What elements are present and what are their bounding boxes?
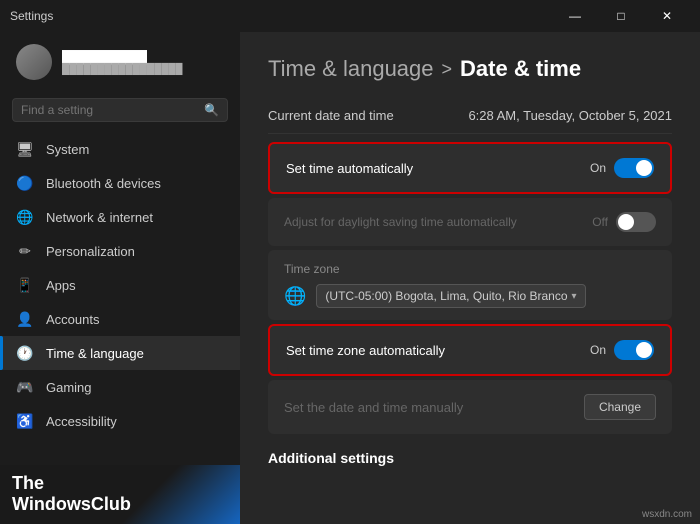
timezone-select[interactable]: (UTC-05:00) Bogota, Lima, Quito, Rio Bra…	[316, 284, 585, 308]
avatar	[16, 44, 52, 80]
apps-icon: 📱	[16, 276, 34, 294]
window-controls: — □ ✕	[552, 0, 690, 32]
sidebar-item-accounts[interactable]: 👤 Accounts	[0, 302, 240, 336]
daylight-label: Adjust for daylight saving time automati…	[284, 215, 517, 229]
chevron-down-icon: ▾	[572, 291, 577, 302]
sidebar-item-label-system: System	[46, 142, 89, 157]
daylight-row: Adjust for daylight saving time automati…	[268, 198, 672, 246]
system-icon: 🖥	[16, 140, 34, 158]
sidebar: ██████████ █████████████████ 🔍 🖥 System …	[0, 32, 240, 524]
watermark-line2: WindowsClub	[12, 494, 228, 516]
sidebar-item-gaming[interactable]: 🎮 Gaming	[0, 370, 240, 404]
sidebar-item-label-personalization: Personalization	[46, 244, 135, 259]
set-time-auto-state: On	[590, 161, 606, 175]
set-time-auto-control[interactable]: On	[590, 158, 654, 178]
accounts-icon: 👤	[16, 310, 34, 328]
bluetooth-icon: 🔵	[16, 174, 34, 192]
breadcrumb-current: Date & time	[460, 56, 581, 82]
timezone-label: Time zone	[284, 262, 656, 276]
additional-settings-heading: Additional settings	[268, 450, 672, 466]
network-icon: 🌐	[16, 208, 34, 226]
sidebar-item-accessibility[interactable]: ♿ Accessibility	[0, 404, 240, 438]
sidebar-item-time[interactable]: 🕐 Time & language	[0, 336, 240, 370]
change-button[interactable]: Change	[584, 394, 656, 420]
sidebar-item-personalization[interactable]: ✏ Personalization	[0, 234, 240, 268]
wsxdn-label: wsxdn.com	[642, 509, 692, 520]
gaming-icon: 🎮	[16, 378, 34, 396]
set-time-auto-toggle[interactable]	[614, 158, 654, 178]
set-timezone-auto-toggle[interactable]	[614, 340, 654, 360]
sidebar-item-label-bluetooth: Bluetooth & devices	[46, 176, 161, 191]
maximize-button[interactable]: □	[598, 0, 644, 32]
set-timezone-auto-control[interactable]: On	[590, 340, 654, 360]
nav-list: 🖥 System 🔵 Bluetooth & devices 🌐 Network…	[0, 132, 240, 438]
close-button[interactable]: ✕	[644, 0, 690, 32]
sidebar-item-label-accessibility: Accessibility	[46, 414, 117, 429]
breadcrumb-parent: Time & language	[268, 56, 434, 82]
accessibility-icon: ♿	[16, 412, 34, 430]
app-title: Settings	[10, 9, 53, 23]
sidebar-item-bluetooth[interactable]: 🔵 Bluetooth & devices	[0, 166, 240, 200]
sidebar-item-label-network: Network & internet	[46, 210, 153, 225]
sidebar-item-system[interactable]: 🖥 System	[0, 132, 240, 166]
daylight-toggle[interactable]	[616, 212, 656, 232]
manual-date-row: Set the date and time manually Change	[268, 380, 672, 434]
set-timezone-auto-state: On	[590, 343, 606, 357]
sidebar-item-label-apps: Apps	[46, 278, 76, 293]
daylight-state: Off	[592, 215, 608, 229]
main-content: Time & language > Date & time Current da…	[240, 32, 700, 524]
sidebar-item-label-accounts: Accounts	[46, 312, 99, 327]
profile-section[interactable]: ██████████ █████████████████	[0, 32, 240, 92]
current-date-row: Current date and time 6:28 AM, Tuesday, …	[268, 98, 672, 134]
set-time-auto-row: Set time automatically On	[268, 142, 672, 194]
search-icon: 🔍	[204, 103, 219, 117]
sidebar-item-apps[interactable]: 📱 Apps	[0, 268, 240, 302]
profile-name: ██████████	[62, 50, 182, 64]
daylight-control[interactable]: Off	[592, 212, 656, 232]
sidebar-item-label-gaming: Gaming	[46, 380, 92, 395]
globe-icon: 🌐	[284, 286, 306, 307]
manual-date-label: Set the date and time manually	[284, 400, 463, 415]
search-input[interactable]	[21, 103, 198, 117]
profile-email: █████████████████	[62, 64, 182, 75]
sidebar-item-network[interactable]: 🌐 Network & internet	[0, 200, 240, 234]
watermark-line1: The	[12, 473, 228, 495]
watermark: The WindowsClub	[0, 465, 240, 524]
current-date-label: Current date and time	[268, 108, 394, 123]
search-bar[interactable]: 🔍	[12, 98, 228, 122]
breadcrumb: Time & language > Date & time	[268, 56, 672, 82]
timezone-section: Time zone 🌐 (UTC-05:00) Bogota, Lima, Qu…	[268, 250, 672, 320]
set-time-auto-label: Set time automatically	[286, 161, 413, 176]
profile-info: ██████████ █████████████████	[62, 50, 182, 75]
title-bar: Settings — □ ✕	[0, 0, 700, 32]
timezone-value: (UTC-05:00) Bogota, Lima, Quito, Rio Bra…	[325, 289, 567, 303]
current-date-value: 6:28 AM, Tuesday, October 5, 2021	[468, 108, 672, 123]
set-timezone-auto-row: Set time zone automatically On	[268, 324, 672, 376]
minimize-button[interactable]: —	[552, 0, 598, 32]
time-icon: 🕐	[16, 344, 34, 362]
personalization-icon: ✏	[16, 242, 34, 260]
sidebar-item-label-time: Time & language	[46, 346, 144, 361]
set-timezone-auto-label: Set time zone automatically	[286, 343, 445, 358]
breadcrumb-separator: >	[442, 59, 453, 80]
